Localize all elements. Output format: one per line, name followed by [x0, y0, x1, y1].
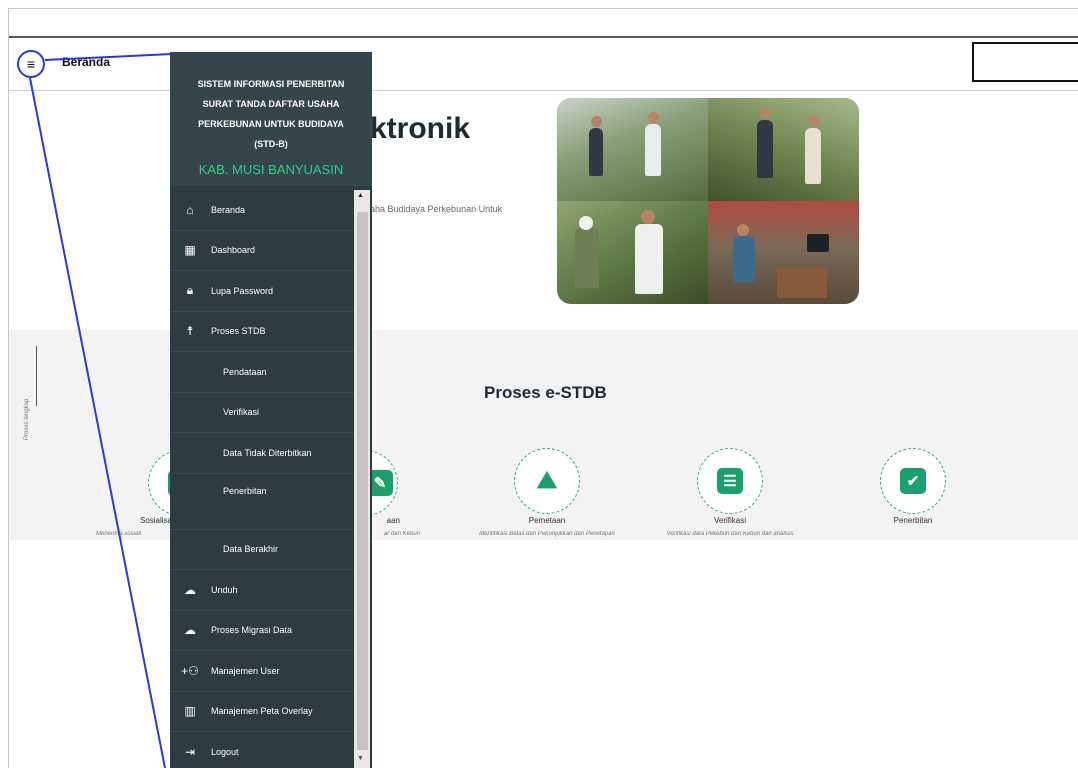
photo-desk [777, 268, 827, 298]
frame-top-border [8, 8, 1078, 9]
sidebar-item-label: Beranda [211, 204, 246, 215]
photo-figure [645, 124, 661, 176]
photo-figure [589, 128, 603, 176]
clipboard-list-icon: ☰ [717, 468, 743, 494]
sidebar-title-line: PERKEBUNAN UNTUK BUDIDAYA [198, 119, 344, 129]
sidebar-subitem-penerbitan[interactable]: Penerbitan [170, 474, 354, 530]
sidebar: SISTEM INFORMASI PENERBITAN SURAT TANDA … [170, 52, 372, 768]
map-pin-icon: ⛰ [536, 467, 558, 494]
scroll-up-arrow-icon[interactable]: ▲ [357, 192, 364, 199]
photo-figure-head [808, 116, 819, 127]
sidebar-item-label: Dashboard [211, 245, 256, 256]
photo-figure-head [648, 112, 659, 123]
sidebar-item-label: Pendataan [223, 366, 267, 377]
sidebar-app-title: SISTEM INFORMASI PENERBITAN SURAT TANDA … [170, 74, 372, 154]
sidebar-scrollbar-thumb[interactable] [357, 212, 368, 750]
home-icon: ⌂ [186, 202, 194, 217]
side-divider [36, 346, 37, 406]
sidebar-item-label: Proses Migrasi Data [211, 625, 293, 636]
sidebar-subitem-pendataan[interactable]: Pendataan [170, 352, 354, 393]
map-icon: ▥ [184, 704, 196, 719]
hamburger-menu-button[interactable]: ≡ [17, 50, 45, 78]
scroll-down-arrow-icon[interactable]: ▼ [357, 755, 364, 762]
sidebar-item-label: Manajemen Peta Overlay [211, 706, 313, 717]
step-penerbitan-circle[interactable]: ✔ [880, 448, 946, 514]
sidebar-item-label: Lupa Password [211, 285, 274, 296]
photo-monitor [807, 234, 829, 252]
sidebar-title-line: SURAT TANDA DAFTAR USAHA [202, 99, 340, 109]
logout-icon: ⇥ [184, 744, 196, 759]
photo-figure-head [737, 224, 749, 236]
hero-title: ktronik [370, 112, 471, 145]
sidebar-title-line: (STD-B) [254, 139, 288, 149]
process-title: Proses e-STDB [484, 383, 607, 402]
photo-figure [733, 236, 755, 282]
cloud-upload-icon: ☁ [184, 623, 196, 638]
side-label: Proses lengkap [24, 398, 30, 440]
step-verifikasi-circle[interactable]: ☰ [697, 448, 763, 514]
step-label: Penerbitan [893, 516, 933, 525]
sidebar-header: SISTEM INFORMASI PENERBITAN SURAT TANDA … [170, 52, 372, 186]
sidebar-item-lupa-password[interactable]: 🔒︎ Lupa Password [170, 271, 354, 312]
sidebar-item-manajemen-user[interactable]: +⚇ Manajemen User [170, 651, 354, 692]
sidebar-item-unduh[interactable]: ☁ Unduh [170, 570, 354, 611]
sidebar-subitem-data-tidak-diterbitkan[interactable]: Data Tidak Diterbitkan [170, 433, 354, 474]
sidebar-item-dashboard[interactable]: ▦ Dashboard [170, 231, 354, 271]
step-pemetaan-circle[interactable]: ⛰ [514, 448, 580, 514]
sidebar-item-label: Data Tidak Diterbitkan [223, 447, 312, 458]
dashboard-icon: ▦ [184, 243, 196, 258]
step-label: Pemetaan [528, 516, 566, 525]
cloud-download-icon: ☁ [184, 582, 196, 597]
sidebar-item-label: Proses STDB [211, 326, 266, 337]
hero-subtitle: aha Budidaya Perkebunan Untuk [370, 204, 503, 214]
sidebar-subitem-data-berakhir[interactable]: Data Berakhir [170, 530, 354, 570]
sidebar-item-label: Unduh [211, 584, 238, 595]
photo-figure [635, 224, 663, 294]
photo-figure-head [579, 216, 593, 230]
sidebar-item-label: Data Berakhir [223, 544, 279, 555]
sidebar-title-line: SISTEM INFORMASI PENERBITAN [197, 79, 345, 89]
sidebar-item-proses-migrasi-data[interactable]: ☁ Proses Migrasi Data [170, 611, 354, 651]
photo-figure-head [760, 108, 771, 119]
page-title: Beranda [62, 55, 111, 69]
step-label: Verifikasi [713, 516, 746, 525]
menu-icon: ≡ [26, 56, 36, 72]
sidebar-menu: ⌂ Beranda ▦ Dashboard 🔒︎ Lupa Password ☨… [170, 190, 354, 768]
person-icon: ☨ [186, 324, 194, 339]
sidebar-region: KAB. MUSI BANYUASIN [198, 162, 344, 177]
sidebar-item-label: Manajemen User [211, 665, 280, 676]
hero-photo-collage [557, 98, 859, 304]
search-box[interactable] [972, 42, 1078, 82]
sidebar-subitem-verifikasi[interactable]: Verifikasi [170, 393, 354, 433]
photo-plantation-measure [708, 98, 859, 201]
clipboard-check-icon: ✔ [900, 468, 926, 494]
sidebar-item-label: Logout [211, 746, 239, 757]
step-desc: Identifikasi Batas dan Penunjukkan dan P… [479, 531, 615, 537]
photo-field-workers [557, 98, 708, 201]
sidebar-item-label: Penerbitan [223, 485, 267, 496]
lock-icon: 🔒︎ [186, 283, 194, 298]
sidebar-item-proses-stdb[interactable]: ☨ Proses STDB [170, 312, 354, 352]
photo-figure [575, 228, 599, 288]
sidebar-item-logout[interactable]: ⇥ Logout [170, 732, 354, 768]
photo-figure-head [591, 116, 602, 127]
step-desc: Verifikasi data Pekebun dan Kebun dan an… [666, 531, 794, 537]
photo-figure [805, 128, 821, 184]
photo-figure [757, 120, 773, 178]
sidebar-item-beranda[interactable]: ⌂ Beranda [170, 190, 354, 231]
sidebar-item-label: Verifikasi [223, 407, 260, 418]
sidebar-item-manajemen-peta-overlay[interactable]: ▥ Manajemen Peta Overlay [170, 692, 354, 732]
add-users-icon: +⚇ [181, 663, 199, 678]
photo-figure-head [641, 210, 655, 224]
